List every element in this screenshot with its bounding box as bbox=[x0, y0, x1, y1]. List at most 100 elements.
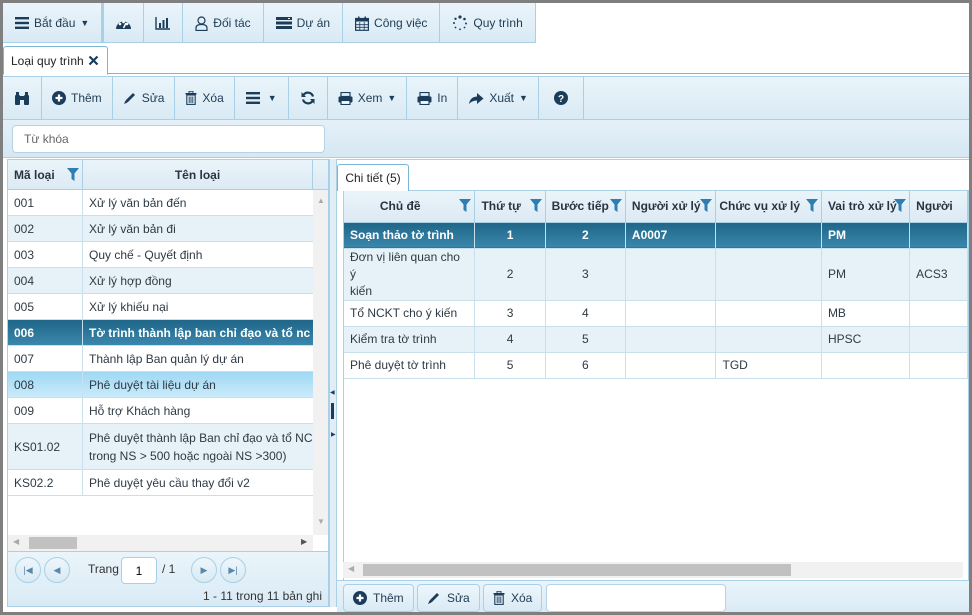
panel-splitter[interactable]: ◀ ▶ bbox=[329, 159, 337, 607]
table-row[interactable]: KS01.02 Phê duyệt thành lập Ban chỉ đạo v… bbox=[8, 424, 313, 470]
table-cell: 2 bbox=[545, 222, 626, 249]
table-row[interactable]: 007 Thành lập Ban quản lý dự án bbox=[8, 346, 313, 372]
nav-partners[interactable]: Đối tác bbox=[183, 3, 264, 43]
nav-projects[interactable]: Dự án bbox=[264, 3, 344, 43]
caret-down-icon: ▼ bbox=[387, 93, 397, 103]
filter-icon[interactable] bbox=[609, 199, 622, 212]
scroll-up-arrow-icon[interactable]: ▲ bbox=[317, 196, 325, 205]
filter-icon[interactable] bbox=[67, 168, 79, 181]
print-icon bbox=[338, 91, 353, 105]
splitter-handle[interactable] bbox=[331, 403, 334, 419]
vertical-scrollbar[interactable]: ▲ ▼ bbox=[313, 190, 328, 535]
column-header-name[interactable]: Tên loại bbox=[83, 160, 313, 189]
scrollbar-thumb[interactable] bbox=[29, 537, 77, 549]
table-row[interactable]: 006 Tờ trình thành lập ban chỉ đạo và tổ … bbox=[8, 320, 313, 346]
table-cell bbox=[821, 352, 911, 379]
table-row[interactable]: Phê duyệt tờ trình 5 6 TGD bbox=[344, 352, 968, 379]
table-row[interactable]: 005 Xử lý khiếu nại bbox=[8, 294, 313, 320]
table-row[interactable]: 009 Hỗ trợ Khách hàng bbox=[8, 398, 313, 424]
next-page-button[interactable]: ▶ bbox=[191, 557, 217, 583]
tab-bar: Loại quy trình bbox=[3, 43, 969, 75]
detail-add-button[interactable]: Thêm bbox=[343, 584, 414, 612]
nav-tasks[interactable]: Công việc bbox=[343, 3, 441, 43]
refresh-button[interactable] bbox=[289, 77, 328, 119]
table-row[interactable]: 004 Xử lý hợp đồng bbox=[8, 268, 313, 294]
cell-name: Xử lý hợp đồng bbox=[89, 273, 172, 288]
table-row[interactable]: KS02.2 Phê duyệt yêu cầu thay đổi v2 bbox=[8, 470, 313, 496]
detail-delete-button[interactable]: Xóa bbox=[483, 584, 543, 612]
detail-horizontal-scrollbar[interactable]: ◀ bbox=[343, 562, 963, 578]
table-row[interactable]: 001 Xử lý văn bản đến bbox=[8, 190, 313, 216]
detail-footer-input[interactable] bbox=[546, 584, 726, 612]
column-header[interactable]: Người bbox=[909, 191, 968, 223]
filter-icon[interactable] bbox=[700, 199, 713, 212]
column-header-code[interactable]: Mã loại bbox=[8, 160, 83, 189]
table-cell: 2 bbox=[474, 248, 546, 301]
filter-icon[interactable] bbox=[459, 199, 472, 212]
detail-grid: Chủ đề Thứ tự Bước tiếp Người xử lý Chức vụ … bbox=[343, 190, 969, 582]
table-cell: Tổ NCKT cho ý kiến bbox=[344, 300, 476, 327]
prev-page-icon: ◀ bbox=[53, 564, 61, 575]
column-header[interactable]: Chức vụ xử lý bbox=[715, 191, 822, 223]
collapse-right-arrow-icon[interactable]: ▶ bbox=[331, 431, 336, 438]
filter-icon[interactable] bbox=[805, 199, 818, 212]
grid-body: 001 Xử lý văn bản đến 002 Xử lý văn bản đi 0… bbox=[8, 190, 313, 535]
table-row[interactable]: 002 Xử lý văn bản đi bbox=[8, 216, 313, 242]
delete-label: Xóa bbox=[202, 91, 224, 105]
more-menu-button[interactable]: ▼ bbox=[235, 77, 289, 119]
nav-workflow[interactable]: Quy trình bbox=[440, 3, 536, 43]
column-header-label: Tên loại bbox=[174, 167, 221, 182]
edit-button[interactable]: Sửa bbox=[113, 77, 176, 119]
table-row[interactable]: Kiểm tra tờ trình 4 5 HPSC bbox=[344, 326, 968, 353]
horizontal-scrollbar[interactable]: ◀ ▶ bbox=[8, 535, 313, 551]
filter-icon[interactable] bbox=[894, 199, 907, 212]
table-row[interactable]: Đơn vị liên quan cho ý kiến 2 3 PM ACS3 bbox=[344, 248, 968, 301]
table-cell: Kiểm tra tờ trình bbox=[344, 326, 476, 353]
print-button[interactable]: In bbox=[407, 77, 459, 119]
add-button[interactable]: Thêm bbox=[42, 77, 113, 119]
find-button[interactable] bbox=[3, 77, 42, 119]
scroll-down-arrow-icon[interactable]: ▼ bbox=[317, 517, 325, 526]
nav-start-menu[interactable]: Bắt đầu ▼ bbox=[3, 3, 105, 43]
first-page-button[interactable]: |◀ bbox=[15, 557, 41, 583]
detail-footer: Thêm Sửa Xóa bbox=[337, 580, 969, 612]
scrollbar-thumb[interactable] bbox=[363, 564, 791, 576]
table-cell bbox=[909, 326, 968, 353]
column-header[interactable]: Bước tiếp bbox=[545, 191, 626, 223]
scroll-right-arrow-icon[interactable]: ▶ bbox=[301, 537, 307, 546]
last-page-button[interactable]: ▶| bbox=[220, 557, 246, 583]
delete-button[interactable]: Xóa bbox=[175, 77, 235, 119]
view-button[interactable]: Xem ▼ bbox=[328, 77, 408, 119]
scroll-left-arrow-icon[interactable]: ◀ bbox=[13, 537, 19, 546]
column-header[interactable]: Người xử lý bbox=[625, 191, 717, 223]
menu-icon bbox=[15, 17, 29, 29]
caret-down-icon: ▼ bbox=[267, 93, 277, 103]
table-row[interactable]: 003 Quy chế - Quyết định bbox=[8, 242, 313, 268]
plus-circle-icon bbox=[353, 591, 367, 605]
close-icon[interactable] bbox=[88, 55, 99, 66]
table-cell bbox=[909, 300, 968, 327]
table-row[interactable]: Tổ NCKT cho ý kiến 3 4 MB bbox=[344, 300, 968, 327]
column-header[interactable]: Vai trò xử lý bbox=[821, 191, 911, 223]
collapse-left-arrow-icon[interactable]: ◀ bbox=[330, 389, 335, 396]
scroll-left-arrow-icon[interactable]: ◀ bbox=[348, 564, 354, 573]
filter-icon[interactable] bbox=[529, 199, 542, 212]
detail-edit-button[interactable]: Sửa bbox=[417, 584, 480, 612]
export-button[interactable]: Xuất ▼ bbox=[458, 77, 539, 119]
help-button[interactable]: ? bbox=[539, 77, 584, 119]
table-cell bbox=[625, 300, 717, 327]
column-header[interactable]: Thứ tự bbox=[474, 191, 546, 223]
column-header[interactable]: Chủ đề bbox=[344, 191, 476, 223]
table-cell: Soạn thảo tờ trình bbox=[344, 222, 476, 249]
tab-details[interactable]: Chi tiết (5) bbox=[337, 164, 409, 191]
prev-page-button[interactable]: ◀ bbox=[44, 557, 70, 583]
nav-reports[interactable] bbox=[144, 3, 184, 43]
keyword-search-input[interactable] bbox=[12, 125, 325, 153]
page-number-input[interactable] bbox=[121, 557, 157, 584]
tab-process-types[interactable]: Loại quy trình bbox=[3, 46, 108, 75]
nav-dashboard[interactable] bbox=[104, 3, 145, 43]
calendar-icon bbox=[355, 16, 370, 31]
table-row[interactable]: 008 Phê duyệt tài liệu dự án bbox=[8, 372, 313, 398]
table-row[interactable]: Soạn thảo tờ trình 1 2 A0007 PM bbox=[344, 222, 968, 249]
table-cell: TGD bbox=[715, 352, 822, 379]
